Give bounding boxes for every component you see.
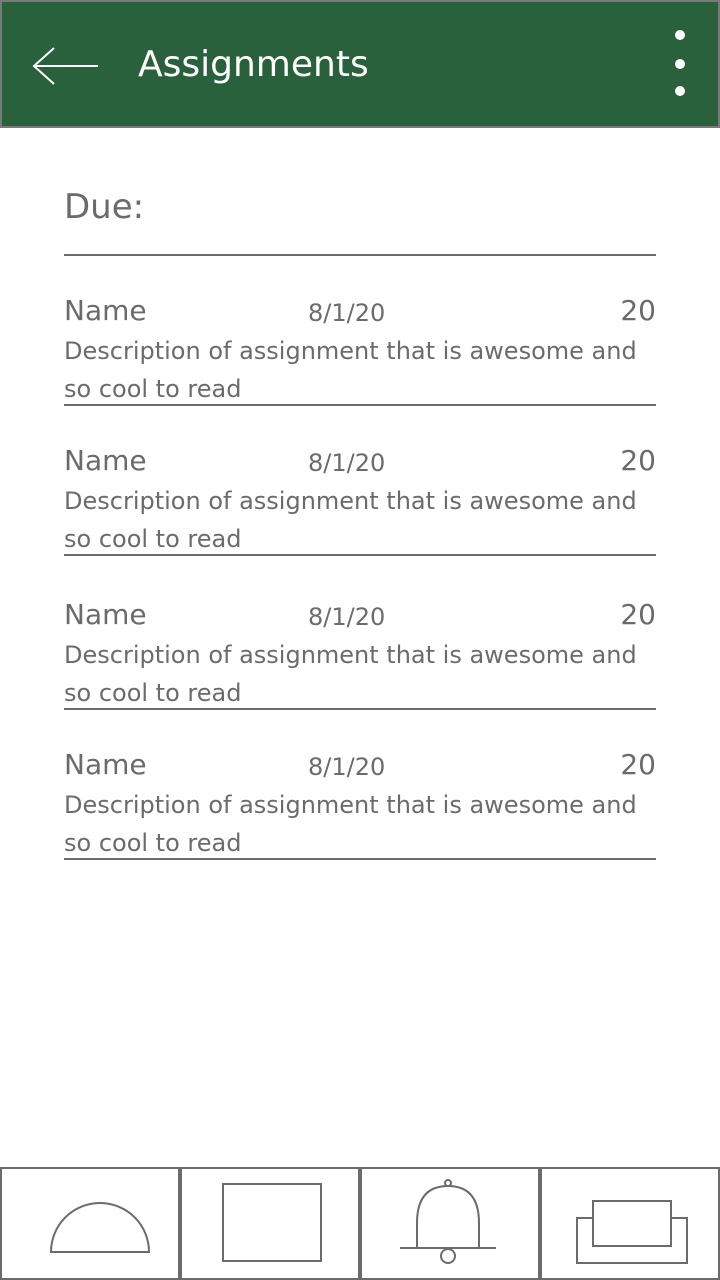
assignment-item[interactable]: Name 8/1/20 20 Description of assignment…: [64, 598, 656, 710]
assignment-description: Description of assignment that is awesom…: [64, 641, 637, 707]
assignment-description: Description of assignment that is awesom…: [64, 487, 637, 553]
arrow-left-icon: [32, 47, 98, 85]
back-button[interactable]: [30, 44, 102, 88]
assignment-points: 20: [620, 444, 656, 477]
assignment-date: 8/1/20: [308, 299, 386, 327]
assignment-divider: [64, 858, 656, 860]
assignment-name: Name: [64, 748, 147, 781]
assignment-name: Name: [64, 598, 147, 631]
nav-tab-2[interactable]: [180, 1167, 360, 1280]
assignment-points: 20: [620, 598, 656, 631]
assignment-item[interactable]: Name 8/1/20 20 Description of assignment…: [64, 294, 656, 406]
nav-tab-3[interactable]: [360, 1167, 540, 1280]
assignment-item[interactable]: Name 8/1/20 20 Description of assignment…: [64, 444, 656, 556]
assignment-divider: [64, 708, 656, 710]
assignment-points: 20: [620, 294, 656, 327]
square-icon: [222, 1183, 322, 1262]
assignment-description: Description of assignment that is awesom…: [64, 337, 637, 403]
due-label: Due:: [64, 187, 145, 227]
assignment-item[interactable]: Name 8/1/20 20 Description of assignment…: [64, 748, 656, 860]
assignment-date: 8/1/20: [308, 753, 386, 781]
assignment-date: 8/1/20: [308, 449, 386, 477]
assignment-date: 8/1/20: [308, 603, 386, 631]
nav-tab-1[interactable]: [0, 1167, 180, 1280]
due-divider: [64, 254, 656, 256]
page-title: Assignments: [138, 44, 369, 85]
assignment-divider: [64, 554, 656, 556]
app-bar: Assignments: [0, 0, 720, 128]
nav-tab-4[interactable]: [540, 1167, 720, 1280]
bell-icon: [400, 1179, 496, 1264]
stacked-cards-icon: [576, 1200, 688, 1264]
semicircle-icon: [49, 1202, 151, 1253]
assignment-divider: [64, 404, 656, 406]
more-options-button[interactable]: [664, 24, 696, 104]
assignment-name: Name: [64, 294, 147, 327]
bottom-nav: [0, 1167, 720, 1280]
assignment-points: 20: [620, 748, 656, 781]
assignment-description: Description of assignment that is awesom…: [64, 791, 637, 857]
assignment-name: Name: [64, 444, 147, 477]
